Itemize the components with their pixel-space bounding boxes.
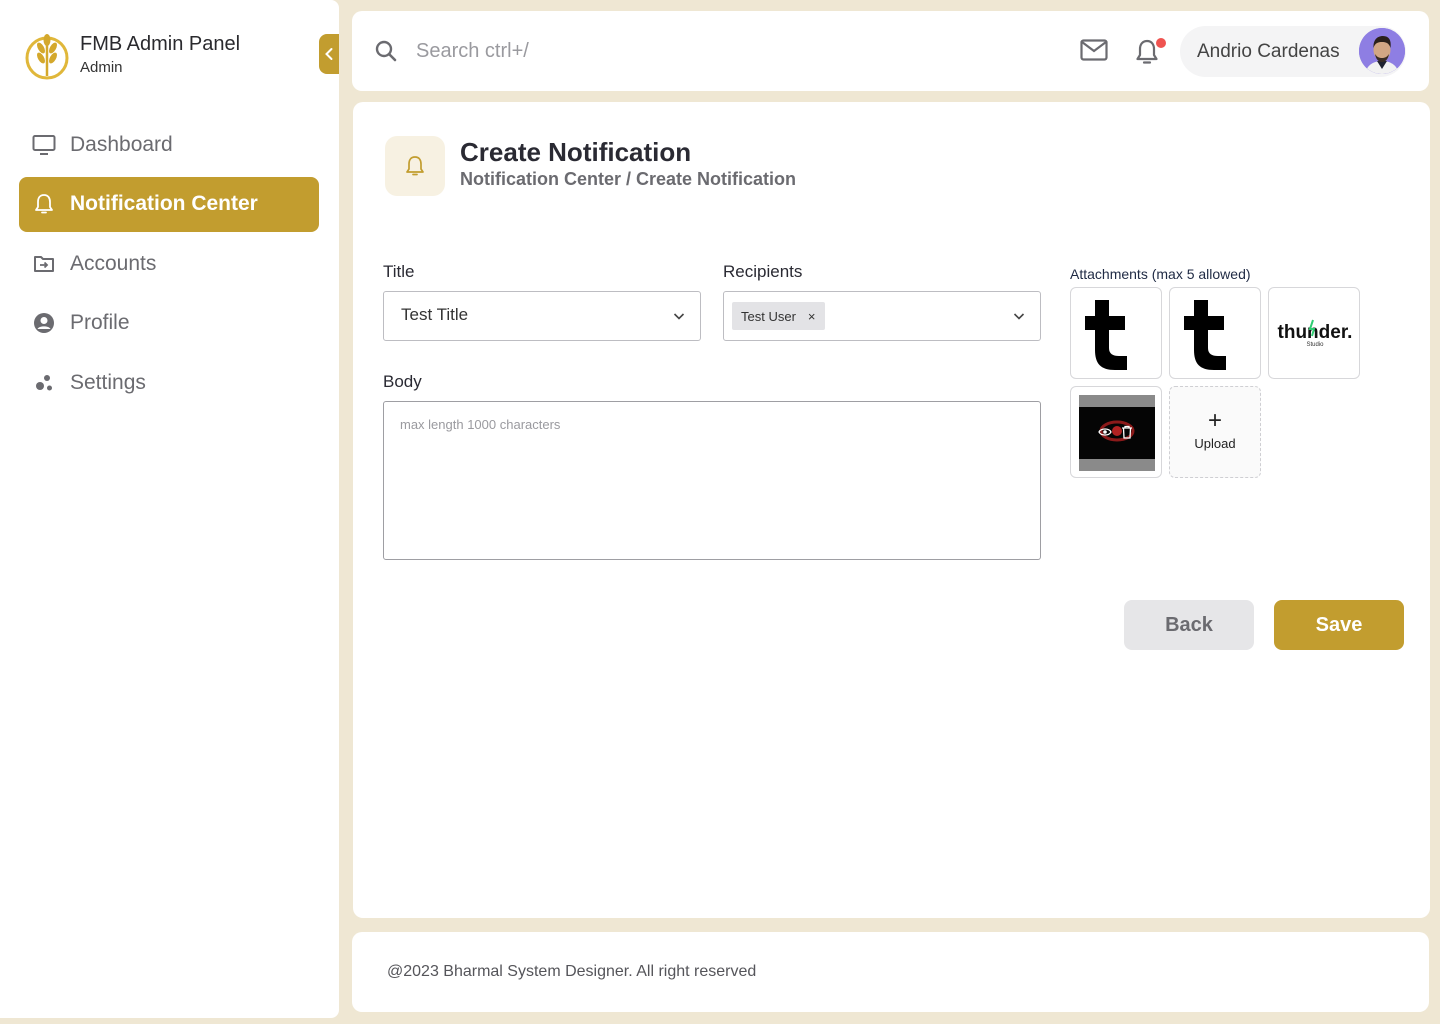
thunder-logo-text: thunder. xyxy=(1278,322,1353,343)
sidebar-item-dashboard[interactable]: Dashboard xyxy=(19,117,319,172)
title-value: Test Title xyxy=(401,305,469,324)
sidebar-item-notification-center[interactable]: Notification Center xyxy=(19,176,319,232)
wheat-logo-icon xyxy=(25,34,69,80)
attachment-thumbnail[interactable] xyxy=(1169,287,1261,379)
search-input[interactable] xyxy=(416,33,816,69)
sidebar-nav: Dashboard Notification Center Accounts P… xyxy=(19,117,319,415)
breadcrumb: Notification Center / Create Notificatio… xyxy=(460,169,797,189)
mail-icon[interactable] xyxy=(1080,39,1108,61)
footer: @2023 Bharmal System Designer. All right… xyxy=(352,932,1429,1012)
top-bar: Andrio Cardenas xyxy=(352,11,1429,91)
attachment-thumbnail[interactable] xyxy=(1070,386,1162,478)
plus-icon: + xyxy=(1207,407,1222,434)
delete-trash-icon[interactable] xyxy=(1121,425,1133,439)
title-select[interactable]: Test Title xyxy=(383,291,701,341)
upload-label: Upload xyxy=(1194,436,1236,451)
save-button[interactable]: Save xyxy=(1274,600,1404,650)
sidebar-item-label: Profile xyxy=(70,311,130,334)
footer-copyright: @2023 Bharmal System Designer. All right… xyxy=(387,963,757,980)
preview-eye-icon[interactable] xyxy=(1098,426,1112,438)
attachments-label: Attachments (max 5 allowed) xyxy=(1070,266,1251,282)
brand-role: Admin xyxy=(80,58,123,76)
brand: FMB Admin Panel Admin xyxy=(24,28,240,80)
thunder-studio-logo: thunder. Studio xyxy=(1278,319,1353,348)
recipient-tag-label: Test User xyxy=(741,308,796,324)
sidebar-item-accounts[interactable]: Accounts xyxy=(19,236,319,291)
upload-button[interactable]: + Upload xyxy=(1169,386,1261,478)
user-circle-icon xyxy=(32,311,56,335)
page-title: Create Notification xyxy=(460,137,692,167)
tumblr-t-logo xyxy=(1184,300,1226,370)
sidebar-item-label: Dashboard xyxy=(70,132,173,156)
main-card: Create Notification Notification Center … xyxy=(353,102,1430,918)
body-textarea[interactable] xyxy=(383,401,1041,560)
search-icon xyxy=(375,40,397,62)
recipient-tag: Test User × xyxy=(732,302,825,330)
monitor-icon xyxy=(32,133,56,157)
bell-icon xyxy=(32,192,56,216)
avatar[interactable] xyxy=(1359,28,1405,74)
user-name: Andrio Cardenas xyxy=(1197,41,1340,62)
body-label: Body xyxy=(383,372,422,391)
collapse-sidebar-button[interactable] xyxy=(319,34,339,74)
sidebar-item-settings[interactable]: Settings xyxy=(19,355,319,410)
recipients-label: Recipients xyxy=(723,262,803,281)
bell-icon xyxy=(406,156,424,176)
unread-badge xyxy=(1156,38,1166,48)
remove-tag-icon[interactable]: × xyxy=(808,309,816,324)
user-menu[interactable]: Andrio Cardenas xyxy=(1180,26,1406,77)
chevron-left-icon xyxy=(325,48,333,60)
sidebar: FMB Admin Panel Admin Dashboard Notifica… xyxy=(0,0,339,1018)
title-label: Title xyxy=(383,262,415,281)
back-button[interactable]: Back xyxy=(1124,600,1254,650)
attachment-thumbnail[interactable]: thunder. Studio xyxy=(1268,287,1360,379)
sidebar-item-label: Settings xyxy=(70,370,146,394)
thunder-logo-subtext: Studio xyxy=(1306,342,1324,348)
tumblr-t-logo xyxy=(1085,300,1127,370)
sidebar-item-profile[interactable]: Profile xyxy=(19,296,319,351)
brand-title: FMB Admin Panel xyxy=(80,32,241,55)
chevron-down-icon xyxy=(673,313,685,320)
chevron-down-icon xyxy=(1013,313,1025,320)
attachment-thumbnail[interactable] xyxy=(1070,287,1162,379)
dots-icon xyxy=(32,371,56,395)
page-header-icon xyxy=(385,136,445,196)
sidebar-item-label: Accounts xyxy=(70,251,157,275)
folder-icon xyxy=(32,252,56,276)
dark-image xyxy=(1079,395,1155,471)
recipients-select[interactable]: Test User × xyxy=(723,291,1041,341)
sidebar-item-label: Notification Center xyxy=(70,192,258,215)
